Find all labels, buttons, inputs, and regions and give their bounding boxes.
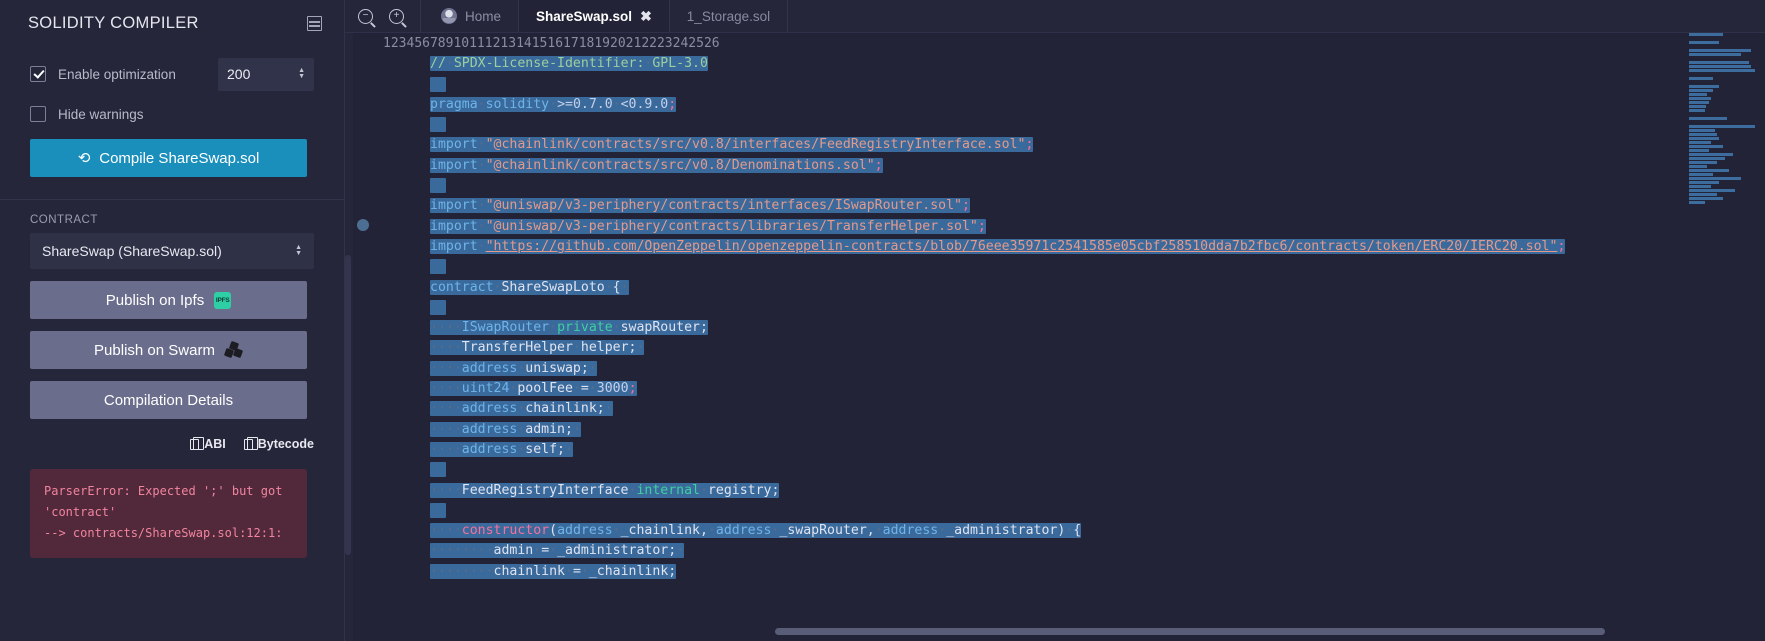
publish-ipfs-label: Publish on Ipfs [105, 291, 205, 309]
vertical-scrollbar[interactable] [1755, 33, 1765, 641]
code-line-22: ····FeedRegistryInterface·internal·regis… [430, 482, 780, 498]
contract-select[interactable]: ShareSwap (ShareSwap.sol) ▲ ▼ [30, 233, 314, 269]
code-line-15: ····TransferHelper·helper;· [430, 340, 645, 356]
compilation-details-label: Compilation Details [103, 391, 234, 409]
tab-1-storage-sol[interactable]: 1_Storage.sol [670, 0, 789, 32]
error-line-2: 'contract' [44, 505, 117, 519]
code-line-9: import·"@uniswap/v3-periphery/contracts/… [430, 218, 986, 234]
refresh-icon: ⟳ [77, 150, 91, 167]
optimization-runs-value: 200 [227, 66, 251, 82]
panel-header: SOLIDITY COMPILER [0, 0, 344, 43]
code-line-21 [430, 460, 1765, 480]
panel-title: SOLIDITY COMPILER [28, 14, 199, 32]
tab-home-label: Home [465, 8, 502, 24]
code-line-17: ····uint24·poolFee·=·3000; [430, 381, 637, 397]
code-line-10: import·"https://github.com/OpenZeppelin/… [430, 238, 1566, 254]
contract-label: CONTRACT [30, 214, 98, 226]
tab-1-storage-label: 1_Storage.sol [686, 8, 771, 24]
horizontal-scrollbar[interactable] [775, 628, 1605, 635]
zoom-out-icon[interactable]: − [358, 8, 373, 24]
code-editor[interactable]: 1234567891011121314151617181920212223242… [345, 33, 1765, 641]
editor-minimap[interactable] [1689, 33, 1755, 641]
code-content[interactable]: //·SPDX-License-Identifier:·GPL-3.0 prag… [428, 33, 1765, 641]
enable-optimization-label: Enable optimization [58, 66, 176, 82]
runs-stepper-icon[interactable]: ▲ ▼ [298, 67, 305, 80]
zoom-in-icon[interactable]: + [389, 8, 404, 24]
code-line-25: ········admin·=·_administrator;· [430, 543, 685, 559]
code-line-3: pragma·solidity·>=0.7.0·<0.9.0; [430, 96, 677, 112]
tab-shareswap-label: ShareSwap.sol [536, 8, 633, 24]
contract-select-value: ShareSwap (ShareSwap.sol) [42, 243, 222, 259]
solidity-compiler-panel: SOLIDITY COMPILER Enable optimization 20… [0, 0, 345, 641]
code-line-18: ····address·chainlink;· [430, 401, 613, 417]
compilation-details-button[interactable]: Compilation Details [30, 381, 307, 419]
line-number-gutter: 1234567891011121314151617181920212223242… [383, 33, 720, 641]
breakpoint-marker[interactable] [357, 219, 369, 231]
enable-optimization-checkbox[interactable] [30, 66, 46, 82]
tab-shareswap-sol[interactable]: ShareSwap.sol ✖ [519, 0, 670, 32]
publish-swarm-button[interactable]: Publish on Swarm [30, 331, 307, 369]
code-line-26: ········chainlink·=·_chainlink; [430, 563, 677, 579]
code-line-13 [430, 298, 1765, 318]
code-line-1: //·SPDX-License-Identifier:·GPL-3.0 [430, 56, 708, 72]
contract-section: CONTRACT ShareSwap (ShareSwap.sol) ▲ ▼ [0, 200, 344, 269]
code-line-8: import·"@uniswap/v3-periphery/contracts/… [430, 198, 970, 214]
copy-icon [190, 436, 205, 450]
code-line-16: ····address·uniswap;· [430, 360, 597, 376]
code-line-23 [430, 501, 1765, 521]
code-line-4 [430, 115, 1765, 135]
code-line-24: ····constructor(address·_chainlink,·addr… [430, 523, 1082, 539]
breakpoint-gutter[interactable] [353, 33, 383, 641]
compiler-error-panel[interactable]: ParserError: Expected ';' but got 'contr… [30, 469, 307, 558]
editor-tabbar: − + Home ShareSwap.sol ✖ 1_Storage.sol [345, 0, 1765, 33]
copy-bytecode-button[interactable]: Bytecode [243, 436, 314, 451]
copy-bytecode-label: Bytecode [257, 437, 314, 451]
zoom-controls: − + [345, 0, 421, 32]
code-line-12: contract·ShareSwapLoto·{· [430, 279, 629, 295]
code-line-2 [430, 75, 1765, 95]
code-line-19: ····address·admin;· [430, 421, 581, 437]
optimization-runs-field[interactable]: 200 ▲ ▼ [218, 57, 314, 91]
compile-button-label: Compile ShareSwap.sol [99, 149, 260, 167]
code-line-6: import·"@chainlink/contracts/src/v0.8/De… [430, 157, 883, 173]
code-line-5: import·"@chainlink/contracts/src/v0.8/in… [430, 137, 1034, 153]
panel-layout-icon[interactable] [307, 16, 322, 31]
code-line-20: ····address·self;· [430, 441, 573, 457]
copy-icon [243, 436, 258, 450]
error-line-3: --> contracts/ShareSwap.sol:12:1: [44, 526, 283, 540]
swarm-icon [223, 340, 244, 359]
publish-swarm-label: Publish on Swarm [94, 341, 215, 359]
ipfs-icon: IPFS [214, 291, 232, 309]
close-icon[interactable]: ✖ [640, 8, 652, 25]
error-line-1: ParserError: Expected ';' but got [44, 484, 283, 498]
hide-warnings-checkbox[interactable] [30, 106, 46, 122]
editor-area: − + Home ShareSwap.sol ✖ 1_Storage.sol 1… [345, 0, 1765, 641]
copy-actions: ABI Bytecode [0, 419, 344, 451]
copy-abi-button[interactable]: ABI [190, 436, 226, 451]
code-line-7 [430, 176, 1765, 196]
publish-ipfs-button[interactable]: Publish on Ipfs IPFS [30, 281, 307, 319]
tab-home[interactable]: Home [421, 0, 520, 32]
enable-optimization-row: Enable optimization 200 ▲ ▼ [30, 57, 314, 91]
panel-scroll-track[interactable] [345, 255, 351, 555]
hide-warnings-row: Hide warnings [30, 97, 314, 131]
code-line-14: ····ISwapRouter·private·swapRouter; [430, 320, 708, 336]
code-line-11 [430, 257, 1765, 277]
remix-ide-window: SOLIDITY COMPILER Enable optimization 20… [0, 0, 1765, 641]
compiler-options: Enable optimization 200 ▲ ▼ Hide warnings [0, 43, 344, 131]
copy-abi-label: ABI [204, 437, 226, 451]
hide-warnings-label: Hide warnings [58, 106, 144, 122]
chevron-updown-icon: ▲ ▼ [295, 244, 302, 257]
remix-home-icon [441, 8, 457, 24]
compile-button[interactable]: ⟳ Compile ShareSwap.sol [30, 139, 307, 177]
